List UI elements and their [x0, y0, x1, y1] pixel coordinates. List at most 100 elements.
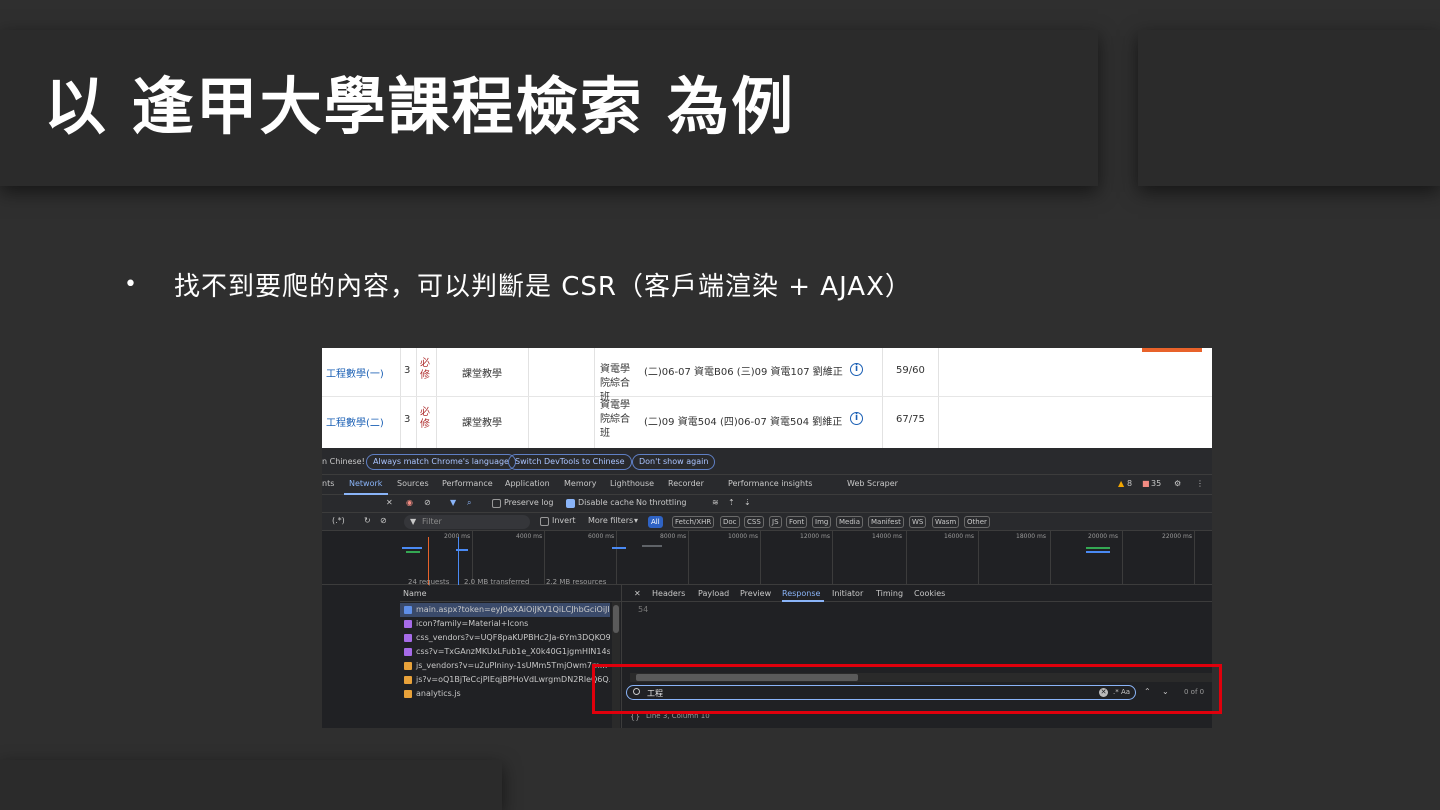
- info-icon[interactable]: i: [850, 412, 863, 425]
- download-icon[interactable]: ⇣: [744, 498, 751, 507]
- right-decoration: [1138, 30, 1440, 186]
- always-match-language-button[interactable]: Always match Chrome's language: [366, 454, 516, 470]
- course-required: 必修: [420, 358, 430, 381]
- gear-icon[interactable]: ⚙: [1174, 479, 1181, 488]
- request-row[interactable]: css?v=TxGAnzMKUxLFub1e_X0k40G1jgmHIN14s.…: [400, 645, 610, 659]
- warning-count: 8: [1127, 479, 1133, 488]
- filter-chip-ws[interactable]: WS: [909, 516, 927, 528]
- waterfall-bar: [642, 545, 662, 547]
- regex-toggle-icon[interactable]: (.*): [332, 516, 345, 525]
- tab-sources[interactable]: Sources: [397, 479, 429, 488]
- close-icon[interactable]: ✕: [634, 589, 641, 598]
- course-time: (二)06-07 資電B06 (三)09 資電107 劉維正: [644, 367, 843, 378]
- more-icon[interactable]: ⋮: [1196, 479, 1204, 488]
- active-tab-indicator: [782, 600, 824, 602]
- warning-icon[interactable]: ▲: [1118, 479, 1124, 488]
- stylesheet-icon: [404, 648, 412, 656]
- clear-filter-icon[interactable]: ⊘: [380, 516, 387, 525]
- clear-icon[interactable]: ⊘: [424, 498, 431, 507]
- timeline-tick: [906, 531, 907, 585]
- preserve-log-label: Preserve log: [504, 498, 554, 507]
- request-name: icon?family=Material+Icons: [416, 619, 529, 628]
- filter-chip-css[interactable]: CSS: [744, 516, 764, 528]
- wifi-icon[interactable]: ≋: [712, 498, 719, 507]
- request-row[interactable]: icon?family=Material+Icons: [400, 617, 610, 631]
- scrollbar-thumb[interactable]: [613, 605, 619, 633]
- tab-recorder[interactable]: Recorder: [668, 479, 704, 488]
- request-name: css?v=TxGAnzMKUxLFub1e_X0k40G1jgmHIN14s.…: [416, 647, 610, 656]
- filter-chip-js[interactable]: JS: [769, 516, 782, 528]
- course-name-link[interactable]: 工程數學(一): [326, 365, 384, 380]
- filter-chip-all[interactable]: All: [648, 516, 663, 528]
- transferred-size: 2.0 MB transferred: [464, 578, 530, 586]
- highlight-box: [592, 664, 1222, 714]
- tab-network[interactable]: Network: [349, 479, 382, 488]
- tab-timing[interactable]: Timing: [876, 589, 903, 598]
- request-row[interactable]: main.aspx?token=eyJ0eXAiOiJKV1QiLCJhbGci…: [400, 603, 610, 617]
- filter-chip-manifest[interactable]: Manifest: [868, 516, 904, 528]
- tab-response[interactable]: Response: [782, 589, 820, 598]
- request-row[interactable]: css_vendors?v=UQF8paKUPBHc2Ja-6Ym3DQKO9u…: [400, 631, 610, 645]
- timeline-tick: [688, 531, 689, 585]
- request-row[interactable]: js?v=oQ1BjTeCcjPIEqjBPHoVdLwrgmDN2RleQ6Q…: [400, 673, 610, 687]
- error-icon[interactable]: ■: [1142, 479, 1150, 488]
- left-gutter: [322, 585, 400, 728]
- request-row[interactable]: js_vendors?v=u2uPIniny-1sUMm5TmjOwm7m...: [400, 659, 610, 673]
- refresh-icon[interactable]: ↻: [364, 516, 371, 525]
- waterfall-bar: [1086, 551, 1110, 553]
- course-name-link[interactable]: 工程數學(二): [326, 414, 384, 429]
- record-icon[interactable]: ◉: [406, 498, 413, 507]
- error-count: 35: [1151, 479, 1162, 488]
- filter-input[interactable]: ▼ Filter: [404, 515, 530, 529]
- course-required: 必修: [420, 407, 430, 430]
- filter-chip-wasm[interactable]: Wasm: [932, 516, 960, 528]
- tab-web-scraper[interactable]: Web Scraper: [847, 479, 898, 488]
- throttling-select[interactable]: No throttling: [636, 498, 687, 507]
- request-name: js?v=oQ1BjTeCcjPIEqjBPHoVdLwrgmDN2RleQ6Q…: [416, 675, 610, 684]
- dont-show-again-button[interactable]: Don't show again: [632, 454, 716, 470]
- disable-cache-checkbox[interactable]: [566, 499, 575, 508]
- close-icon[interactable]: ✕: [386, 498, 393, 507]
- tab-payload[interactable]: Payload: [698, 589, 729, 598]
- filter-chip-doc[interactable]: Doc: [720, 516, 740, 528]
- filter-chip-fetch-xhr[interactable]: Fetch/XHR: [672, 516, 715, 528]
- invert-checkbox[interactable]: [540, 517, 549, 526]
- preserve-log-checkbox[interactable]: [492, 499, 501, 508]
- waterfall-bar: [402, 547, 422, 549]
- name-column-header[interactable]: Name: [400, 585, 622, 602]
- course-time: (二)09 資電504 (四)06-07 資電504 劉維正: [644, 417, 843, 428]
- switch-language-button[interactable]: Switch DevTools to Chinese: [508, 454, 632, 470]
- course-mode: 課堂教學: [462, 369, 502, 380]
- request-row[interactable]: analytics.js: [400, 687, 610, 701]
- devtools-tab-bar: nts Network Sources Performance Applicat…: [322, 475, 1212, 495]
- filter-chip-img[interactable]: Img: [812, 516, 832, 528]
- tab-preview[interactable]: Preview: [740, 589, 771, 598]
- request-count: 24 requests: [408, 578, 450, 586]
- disable-cache-label: Disable cache: [578, 498, 634, 507]
- course-table: 工程數學(一) 3 必修 課堂教學 資電學院綜合班 (二)06-07 資電B06…: [322, 348, 1212, 448]
- chevron-down-icon: ▾: [634, 516, 639, 525]
- tab-performance-insights[interactable]: Performance insights: [728, 479, 812, 488]
- tab-application[interactable]: Application: [505, 479, 550, 488]
- timeline-tick: [1194, 531, 1195, 585]
- tab-lighthouse[interactable]: Lighthouse: [610, 479, 654, 488]
- upload-icon[interactable]: ⇡: [728, 498, 735, 507]
- timeline-tick-label: 4000 ms: [516, 533, 543, 540]
- info-icon[interactable]: i: [850, 363, 863, 376]
- tab-initiator[interactable]: Initiator: [832, 589, 863, 598]
- filter-chip-font[interactable]: Font: [786, 516, 808, 528]
- tab-elements[interactable]: nts: [322, 479, 334, 488]
- table-row: 工程數學(一) 3 必修 課堂教學 資電學院綜合班 (二)06-07 資電B06…: [322, 348, 1212, 403]
- bullet-text: 找不到要爬的內容，可以判斷是 CSR（客戶端渲染 + AJAX）: [174, 272, 912, 302]
- detail-tab-bar: ✕ Headers Payload Preview Response Initi…: [622, 585, 1212, 602]
- filter-icon[interactable]: ▼: [450, 498, 456, 507]
- tab-headers[interactable]: Headers: [652, 589, 685, 598]
- filter-chip-other[interactable]: Other: [964, 516, 990, 528]
- filter-placeholder: Filter: [422, 517, 442, 526]
- filter-chip-media[interactable]: Media: [836, 516, 864, 528]
- tab-memory[interactable]: Memory: [564, 479, 597, 488]
- tab-performance[interactable]: Performance: [442, 479, 493, 488]
- search-icon[interactable]: ⌕: [467, 498, 471, 508]
- more-filters-select[interactable]: More filters: [588, 516, 633, 525]
- tab-cookies[interactable]: Cookies: [914, 589, 945, 598]
